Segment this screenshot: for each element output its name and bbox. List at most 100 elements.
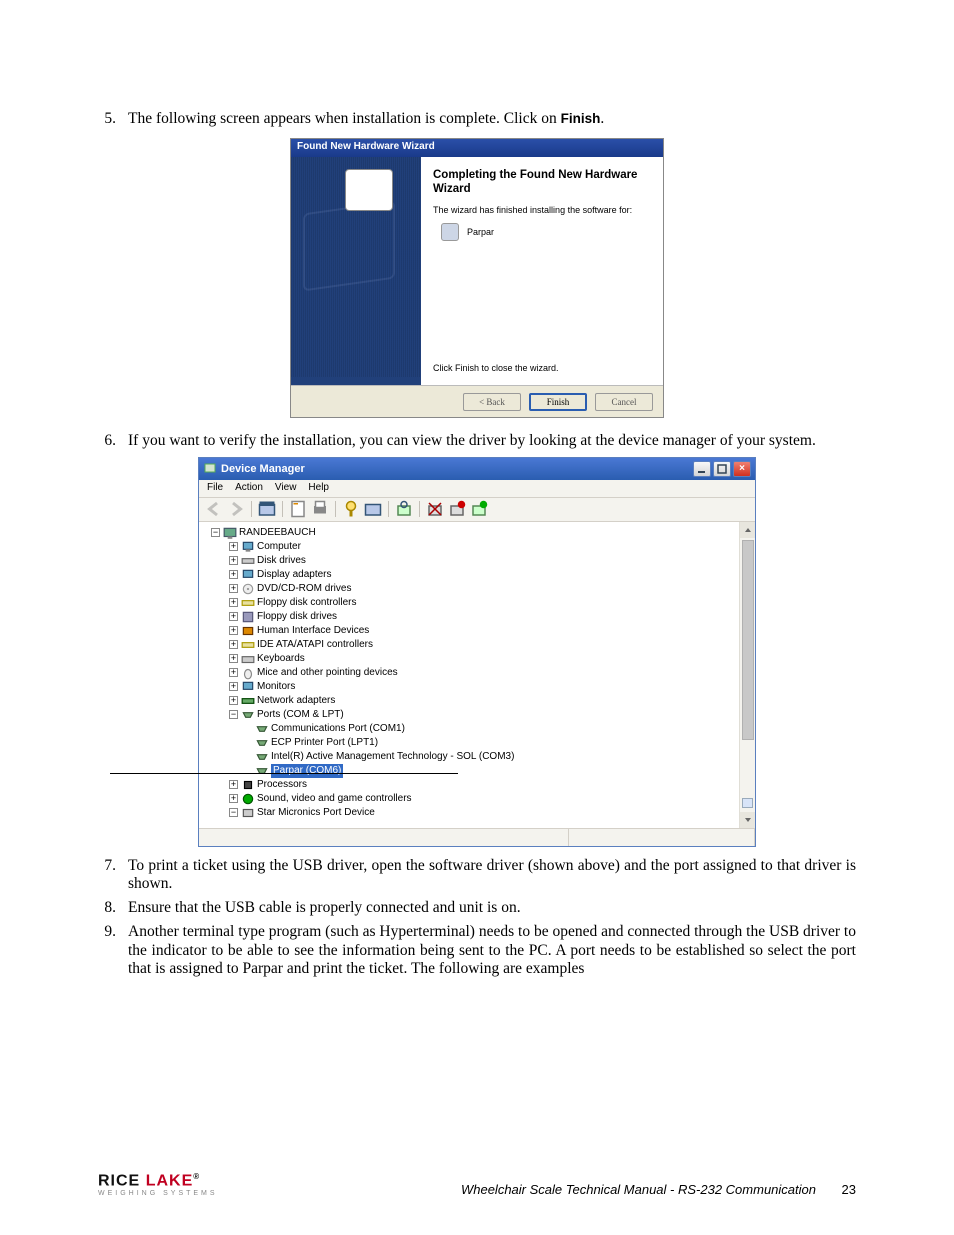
wizard-dialog: Found New Hardware Wizard Completing the… — [290, 138, 664, 418]
scrollbar-thumb[interactable] — [742, 540, 754, 740]
port-icon — [255, 765, 269, 777]
device-icon — [441, 223, 459, 241]
tree-node-monitors[interactable]: +Monitors — [201, 680, 753, 694]
doc-title: Wheelchair Scale Technical Manual - RS-2… — [218, 1182, 816, 1197]
maximize-button[interactable] — [713, 461, 731, 477]
page-number: 23 — [816, 1182, 856, 1197]
tree-node-fdd[interactable]: +Floppy disk drives — [201, 610, 753, 624]
wizard-main: Completing the Found New Hardware Wizard… — [421, 157, 663, 385]
scroll-down-icon[interactable] — [740, 812, 755, 828]
tree-node-dvd[interactable]: +DVD/CD-ROM drives — [201, 582, 753, 596]
dm-app-icon — [203, 462, 217, 476]
scrollbar-track-mark — [742, 798, 753, 808]
controller-icon — [241, 597, 255, 609]
tree-node-keyboards[interactable]: +Keyboards — [201, 652, 753, 666]
port-icon — [241, 709, 255, 721]
tree-node-hid[interactable]: +Human Interface Devices — [201, 624, 753, 638]
tree-node-ide[interactable]: +IDE ATA/ATAPI controllers — [201, 638, 753, 652]
scroll-up-icon[interactable] — [740, 522, 755, 538]
step-number: 5. — [98, 110, 128, 128]
network-icon — [241, 695, 255, 707]
menu-action[interactable]: Action — [235, 482, 263, 495]
dm-title-text: Device Manager — [221, 463, 691, 475]
tree-leaf-parpar[interactable]: Parpar (COM6) — [201, 764, 753, 778]
wizard-sidebar-graphic — [291, 157, 421, 385]
tree-node-computer[interactable]: +Computer — [201, 540, 753, 554]
update-icon[interactable] — [470, 500, 488, 518]
tree-node-star[interactable]: −Star Micronics Port Device — [201, 806, 753, 820]
tree-node-network[interactable]: +Network adapters — [201, 694, 753, 708]
toolbar-icon[interactable] — [258, 500, 276, 518]
step-5: 5. The following screen appears when ins… — [98, 110, 856, 128]
wizard-device-name: Parpar — [467, 227, 494, 237]
close-button[interactable]: × — [733, 461, 751, 477]
scan-icon[interactable] — [395, 500, 413, 518]
tree-leaf-com1[interactable]: Communications Port (COM1) — [201, 722, 753, 736]
help-icon[interactable] — [342, 500, 360, 518]
instruction-list: 5. The following screen appears when ins… — [98, 110, 856, 978]
step-text: Ensure that the USB cable is properly co… — [128, 899, 856, 917]
menu-help[interactable]: Help — [308, 482, 329, 495]
wizard-body: Completing the Found New Hardware Wizard… — [291, 157, 663, 385]
nav-forward-icon[interactable] — [227, 500, 245, 518]
tree-node-disk[interactable]: +Disk drives — [201, 554, 753, 568]
step-number: 8. — [98, 899, 128, 917]
page-footer: RICE LAKE® WEIGHING SYSTEMS Wheelchair S… — [98, 1172, 856, 1197]
monitor-icon — [241, 681, 255, 693]
finish-button[interactable]: Finish — [529, 393, 587, 411]
step-8: 8. Ensure that the USB cable is properly… — [98, 899, 856, 917]
step-9: 9. Another terminal type program (such a… — [98, 923, 856, 978]
wizard-heading: Completing the Found New Hardware Wizard — [433, 169, 651, 197]
finish-emphasis: Finish — [561, 111, 601, 126]
wizard-buttons: < Back Finish Cancel — [291, 385, 663, 417]
port-icon — [255, 723, 269, 735]
wizard-device-row: Parpar — [441, 223, 651, 241]
back-button[interactable]: < Back — [463, 393, 521, 411]
step-text: If you want to verify the installation, … — [128, 432, 856, 450]
dm-toolbar — [199, 498, 755, 522]
cancel-button[interactable]: Cancel — [595, 393, 653, 411]
menu-file[interactable]: File — [207, 482, 223, 495]
step-number: 9. — [98, 923, 128, 978]
device-icon — [241, 807, 255, 819]
tree-node-processors[interactable]: +Processors — [201, 778, 753, 792]
tree-root[interactable]: −RANDEEBAUCH — [201, 526, 753, 540]
scrollbar[interactable] — [739, 522, 755, 828]
step-number: 6. — [98, 432, 128, 450]
tree-node-ports[interactable]: −Ports (COM & LPT) — [201, 708, 753, 722]
tree-node-display[interactable]: +Display adapters — [201, 568, 753, 582]
sound-icon — [241, 793, 255, 805]
keyboard-icon — [241, 653, 255, 665]
wizard-close-hint: Click Finish to close the wizard. — [433, 363, 651, 373]
toolbar-icon[interactable] — [364, 500, 382, 518]
menu-view[interactable]: View — [275, 482, 297, 495]
dm-statusbar — [199, 828, 755, 846]
dvd-icon — [241, 583, 255, 595]
minimize-button[interactable] — [693, 461, 711, 477]
disable-icon[interactable] — [448, 500, 466, 518]
step-6: 6. If you want to verify the installatio… — [98, 432, 856, 450]
wizard-subtext: The wizard has finished installing the s… — [433, 205, 651, 215]
wizard-titlebar: Found New Hardware Wizard — [291, 139, 663, 157]
print-icon[interactable] — [311, 500, 329, 518]
uninstall-icon[interactable] — [426, 500, 444, 518]
brand-logo: RICE LAKE® WEIGHING SYSTEMS — [98, 1172, 218, 1197]
mouse-icon — [241, 667, 255, 679]
computer-icon — [223, 527, 237, 539]
tree-node-sound[interactable]: +Sound, video and game controllers — [201, 792, 753, 806]
disk-icon — [241, 555, 255, 567]
tree-leaf-lpt1[interactable]: ECP Printer Port (LPT1) — [201, 736, 753, 750]
processor-icon — [241, 779, 255, 791]
properties-icon[interactable] — [289, 500, 307, 518]
hid-icon — [241, 625, 255, 637]
dm-tree: −RANDEEBAUCH +Computer +Disk drives +Dis… — [199, 522, 755, 828]
display-icon — [241, 569, 255, 581]
port-icon — [255, 751, 269, 763]
tree-node-mice[interactable]: +Mice and other pointing devices — [201, 666, 753, 680]
dm-titlebar: Device Manager × — [199, 458, 755, 480]
tree-leaf-sol[interactable]: Intel(R) Active Management Technology - … — [201, 750, 753, 764]
tree-node-fdc[interactable]: +Floppy disk controllers — [201, 596, 753, 610]
step-7: 7. To print a ticket using the USB drive… — [98, 857, 856, 894]
nav-back-icon[interactable] — [205, 500, 223, 518]
callout-line — [110, 773, 458, 774]
